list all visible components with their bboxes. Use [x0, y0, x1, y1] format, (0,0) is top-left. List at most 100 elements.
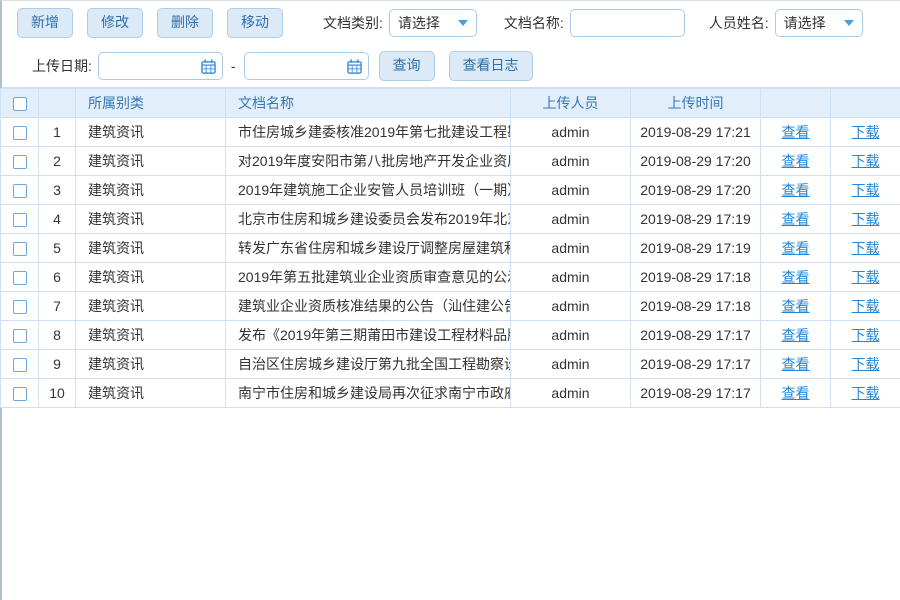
row-doc-name: 转发广东省住房和城乡建设厅调整房屋建筑和... [226, 234, 511, 263]
row-index: 7 [39, 292, 76, 321]
row-doc-name: 市住房城乡建委核准2019年第七批建设工程勘... [226, 118, 511, 147]
upload-date-from-input[interactable] [107, 58, 201, 74]
row-upload-time: 2019-08-29 17:19 [631, 234, 761, 263]
header-view [761, 89, 831, 118]
view-link[interactable]: 查看 [782, 385, 810, 401]
view-link[interactable]: 查看 [782, 182, 810, 198]
row-doc-name: 自治区住房城乡建设厅第九批全国工程勘察设... [226, 350, 511, 379]
chevron-down-icon [458, 20, 468, 26]
calendar-icon[interactable] [347, 59, 362, 74]
row-checkbox[interactable] [13, 155, 27, 169]
download-link[interactable]: 下载 [852, 356, 880, 372]
row-category: 建筑资讯 [76, 292, 226, 321]
table-header-row: 所属别类 文档名称 上传人员 上传时间 [1, 89, 900, 118]
table-row: 5 建筑资讯 转发广东省住房和城乡建设厅调整房屋建筑和... admin 201… [1, 234, 900, 263]
row-index: 2 [39, 147, 76, 176]
download-link[interactable]: 下载 [852, 240, 880, 256]
row-upload-time: 2019-08-29 17:20 [631, 176, 761, 205]
download-link[interactable]: 下载 [852, 298, 880, 314]
header-download [831, 89, 900, 118]
row-index: 3 [39, 176, 76, 205]
row-uploader: admin [511, 118, 631, 147]
row-category: 建筑资讯 [76, 147, 226, 176]
upload-date-to-input[interactable] [253, 58, 347, 74]
view-link[interactable]: 查看 [782, 124, 810, 140]
view-link[interactable]: 查看 [782, 211, 810, 227]
chevron-down-icon [844, 20, 854, 26]
row-checkbox[interactable] [13, 213, 27, 227]
row-uploader: admin [511, 234, 631, 263]
edit-button[interactable]: 修改 [87, 8, 143, 37]
row-upload-time: 2019-08-29 17:20 [631, 147, 761, 176]
row-checkbox[interactable] [13, 184, 27, 198]
row-checkbox[interactable] [13, 358, 27, 372]
row-uploader: admin [511, 176, 631, 205]
row-doc-name: 北京市住房和城乡建设委员会发布2019年北京... [226, 205, 511, 234]
row-checkbox[interactable] [13, 300, 27, 314]
view-log-button[interactable]: 查看日志 [449, 51, 533, 80]
row-index: 8 [39, 321, 76, 350]
row-checkbox[interactable] [13, 126, 27, 140]
person-name-value: 请选择 [784, 13, 844, 33]
download-link[interactable]: 下载 [852, 327, 880, 343]
upload-date-from-field[interactable] [98, 52, 223, 80]
table-row: 7 建筑资讯 建筑业企业资质核准结果的公告（汕住建公告... admin 201… [1, 292, 900, 321]
row-doc-name: 建筑业企业资质核准结果的公告（汕住建公告... [226, 292, 511, 321]
download-link[interactable]: 下载 [852, 153, 880, 169]
row-index: 9 [39, 350, 76, 379]
row-upload-time: 2019-08-29 17:19 [631, 205, 761, 234]
row-uploader: admin [511, 350, 631, 379]
row-index: 5 [39, 234, 76, 263]
table-row: 6 建筑资讯 2019年第五批建筑业企业资质审查意见的公示 admin 2019… [1, 263, 900, 292]
header-doc-name: 文档名称 [226, 89, 511, 118]
view-link[interactable]: 查看 [782, 240, 810, 256]
doc-name-input[interactable] [570, 9, 685, 37]
view-link[interactable]: 查看 [782, 327, 810, 343]
row-checkbox[interactable] [13, 242, 27, 256]
download-link[interactable]: 下载 [852, 124, 880, 140]
toolbar-row-1: 新增 修改 删除 移动 文档类别: 请选择 文档名称: 人员姓名: 请选择 [2, 1, 900, 45]
download-link[interactable]: 下载 [852, 211, 880, 227]
row-uploader: admin [511, 379, 631, 408]
row-uploader: admin [511, 205, 631, 234]
table-row: 9 建筑资讯 自治区住房城乡建设厅第九批全国工程勘察设... admin 201… [1, 350, 900, 379]
table-row: 10 建筑资讯 南宁市住房和城乡建设局再次征求南宁市政府... admin 20… [1, 379, 900, 408]
date-range-separator: - [231, 58, 236, 74]
table-row: 4 建筑资讯 北京市住房和城乡建设委员会发布2019年北京... admin 2… [1, 205, 900, 234]
download-link[interactable]: 下载 [852, 182, 880, 198]
view-link[interactable]: 查看 [782, 269, 810, 285]
row-index: 10 [39, 379, 76, 408]
download-link[interactable]: 下载 [852, 269, 880, 285]
query-button[interactable]: 查询 [379, 51, 435, 80]
download-link[interactable]: 下载 [852, 385, 880, 401]
doc-category-select[interactable]: 请选择 [389, 9, 477, 37]
row-doc-name: 发布《2019年第三期莆田市建设工程材料品牌... [226, 321, 511, 350]
add-button[interactable]: 新增 [17, 8, 73, 37]
row-category: 建筑资讯 [76, 234, 226, 263]
row-uploader: admin [511, 292, 631, 321]
doc-category-value: 请选择 [398, 13, 458, 33]
view-link[interactable]: 查看 [782, 298, 810, 314]
row-category: 建筑资讯 [76, 118, 226, 147]
view-link[interactable]: 查看 [782, 153, 810, 169]
upload-date-to-field[interactable] [244, 52, 369, 80]
calendar-icon[interactable] [201, 59, 216, 74]
row-category: 建筑资讯 [76, 321, 226, 350]
row-upload-time: 2019-08-29 17:17 [631, 379, 761, 408]
row-category: 建筑资讯 [76, 263, 226, 292]
row-doc-name: 南宁市住房和城乡建设局再次征求南宁市政府... [226, 379, 511, 408]
move-button[interactable]: 移动 [227, 8, 283, 37]
delete-button[interactable]: 删除 [157, 8, 213, 37]
select-all-checkbox[interactable] [13, 97, 27, 111]
row-uploader: admin [511, 147, 631, 176]
row-checkbox[interactable] [13, 387, 27, 401]
header-index [39, 89, 76, 118]
row-category: 建筑资讯 [76, 205, 226, 234]
row-checkbox[interactable] [13, 329, 27, 343]
doc-name-label: 文档名称: [504, 13, 564, 33]
person-name-select[interactable]: 请选择 [775, 9, 863, 37]
row-upload-time: 2019-08-29 17:18 [631, 292, 761, 321]
view-link[interactable]: 查看 [782, 356, 810, 372]
header-uploader: 上传人员 [511, 89, 631, 118]
row-checkbox[interactable] [13, 271, 27, 285]
